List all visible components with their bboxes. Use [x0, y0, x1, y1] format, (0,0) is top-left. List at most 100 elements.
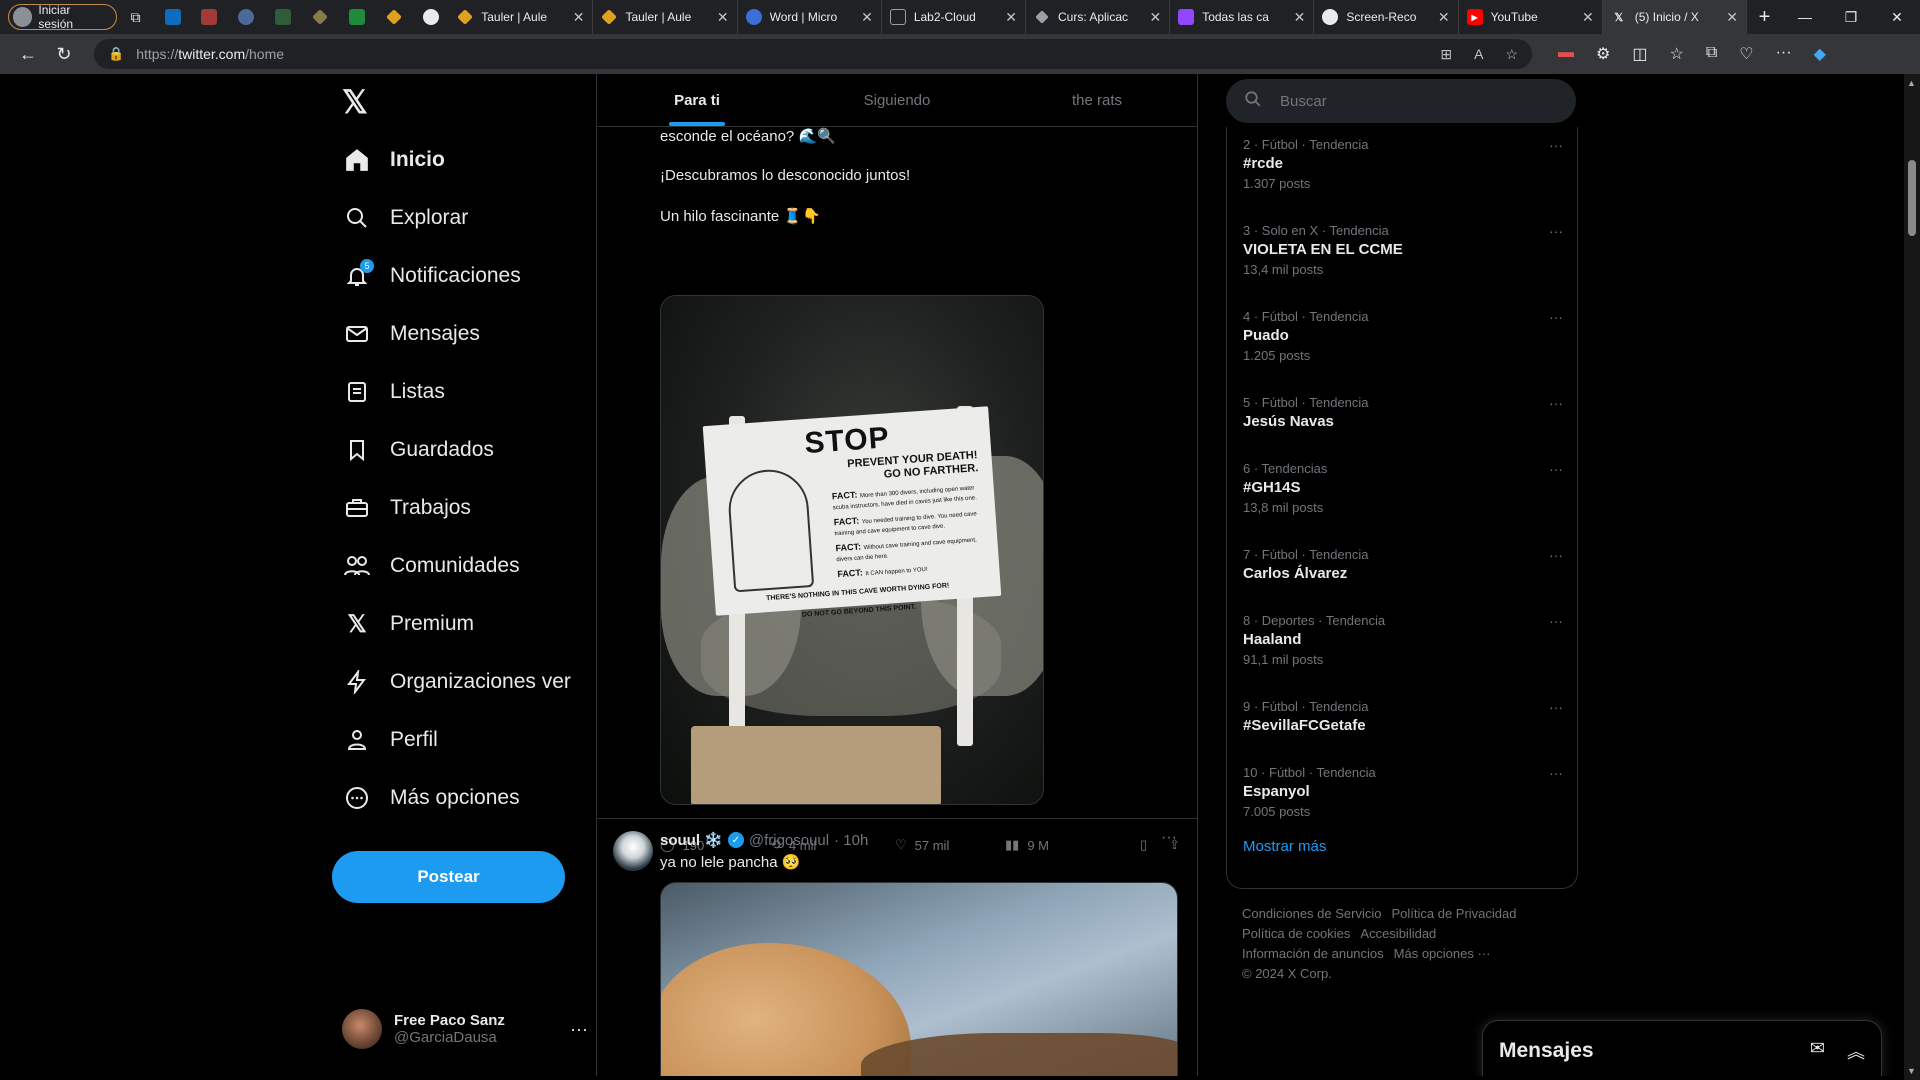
more-dots-icon[interactable]: ···: [1549, 613, 1563, 629]
extensions-icon[interactable]: ⚙: [1596, 44, 1610, 64]
extension-flag-icon[interactable]: ▬: [1558, 44, 1574, 64]
footer-link[interactable]: Más opciones ···: [1394, 946, 1491, 961]
pinned-tab-8[interactable]: [412, 0, 449, 34]
close-tab-icon[interactable]: ✕: [1005, 9, 1017, 26]
more-dots-icon[interactable]: ···: [570, 1019, 588, 1040]
author-handle[interactable]: @frigosouul: [749, 832, 829, 849]
nav-item-inicio[interactable]: Inicio: [332, 134, 582, 186]
account-switcher[interactable]: Free Paco Sanz @GarciaDausa ···: [342, 1004, 588, 1054]
tweet-image-cave-sign[interactable]: STOP PREVENT YOUR DEATH! GO NO FARTHER. …: [660, 295, 1044, 805]
more-dots-icon[interactable]: ···: [1549, 137, 1563, 153]
search-input[interactable]: Buscar: [1226, 79, 1576, 123]
pinned-tab-6[interactable]: [339, 0, 376, 34]
scroll-up-icon[interactable]: ▲: [1907, 78, 1916, 88]
refresh-icon[interactable]: ↻: [46, 44, 82, 65]
more-dots-icon[interactable]: ···: [1549, 547, 1563, 563]
nav-item-mas-opciones[interactable]: Más opciones: [332, 772, 582, 824]
footer-link[interactable]: Condiciones de Servicio: [1242, 906, 1381, 921]
scrollbar-thumb[interactable]: [1908, 160, 1916, 236]
tweet[interactable]: souul ❄️ ✓ @frigosouul · 10h ··· ya no l…: [597, 819, 1197, 1076]
expand-chevron-icon[interactable]: ︽: [1847, 1038, 1865, 1064]
nav-item-notificaciones[interactable]: 5 Notificaciones: [332, 250, 582, 302]
collections-icon[interactable]: ⧉: [1706, 44, 1717, 64]
nav-item-listas[interactable]: Listas: [332, 366, 582, 418]
app-available-icon[interactable]: ⊞: [1440, 46, 1452, 63]
close-tab-icon[interactable]: ✕: [1438, 9, 1450, 26]
tab-siguiendo[interactable]: Siguiendo: [797, 74, 997, 126]
footer-link[interactable]: Política de Privacidad: [1391, 906, 1516, 921]
tab-9-active[interactable]: 𝕏 (5) Inicio / X ✕: [1602, 0, 1747, 34]
trend-item[interactable]: 8 · Deportes · Tendencia Haaland 91,1 mil …: [1243, 613, 1563, 667]
more-dots-icon[interactable]: ···: [1549, 461, 1563, 477]
trend-item[interactable]: 7 · Fútbol · Tendencia Carlos Álvarez ···: [1243, 547, 1563, 582]
close-tab-icon[interactable]: ✕: [573, 9, 585, 26]
trend-item[interactable]: 4 · Fútbol · Tendencia Puado 1.205 posts ··…: [1243, 309, 1563, 363]
trend-item[interactable]: 2 · Fútbol · Tendencia #rcde 1.307 posts ··…: [1243, 137, 1563, 191]
scroll-down-icon[interactable]: ▼: [1907, 1066, 1916, 1076]
tab-para-ti[interactable]: Para ti: [597, 74, 797, 126]
tab-3[interactable]: Word | Micro ✕: [738, 0, 882, 34]
tab-actions-icon[interactable]: ⧉: [117, 0, 154, 34]
post-button[interactable]: Postear: [332, 851, 565, 903]
close-tab-icon[interactable]: ✕: [1726, 9, 1738, 26]
back-icon[interactable]: ←: [10, 44, 46, 65]
trend-item[interactable]: 10 · Fútbol · Tendencia Espanyol 7.005 pos…: [1243, 765, 1563, 819]
trend-item[interactable]: 6 · Tendencias #GH14S 13,8 mil posts ···: [1243, 461, 1563, 515]
minimize-icon[interactable]: —: [1782, 9, 1828, 26]
trend-item[interactable]: 3 · Solo en X · Tendencia VIOLETA EN EL C…: [1243, 223, 1563, 277]
pinned-tab-7[interactable]: [375, 0, 412, 34]
tweet-time[interactable]: · 10h: [834, 832, 868, 849]
tab-the-rats[interactable]: the rats: [997, 74, 1197, 126]
tab-4[interactable]: Lab2-Cloud ✕: [882, 0, 1026, 34]
tab-1[interactable]: Tauler | Aule ✕: [449, 0, 594, 34]
address-bar[interactable]: 🔒 https://twitter.com/home ⊞ A ☆: [94, 39, 1532, 69]
close-window-icon[interactable]: ✕: [1874, 9, 1920, 26]
close-tab-icon[interactable]: ✕: [861, 9, 873, 26]
footer-link[interactable]: Accesibilidad: [1360, 926, 1436, 941]
x-logo-icon[interactable]: 𝕏: [342, 84, 378, 120]
nav-item-comunidades[interactable]: Comunidades: [332, 540, 582, 592]
page-scrollbar[interactable]: ▲ ▼: [1904, 74, 1920, 1080]
footer-link[interactable]: Información de anuncios: [1242, 946, 1384, 961]
show-more-link[interactable]: Mostrar más: [1243, 838, 1326, 855]
trend-item[interactable]: 5 · Fútbol · Tendencia Jesús Navas ···: [1243, 395, 1563, 430]
avatar[interactable]: [613, 831, 653, 871]
nav-item-guardados[interactable]: Guardados: [332, 424, 582, 476]
tab-5[interactable]: Curs: Aplicac ✕: [1026, 0, 1171, 34]
browser-profile-button[interactable]: Iniciar sesión: [8, 3, 118, 31]
pinned-tab-3[interactable]: [228, 0, 265, 34]
split-screen-icon[interactable]: ◫: [1632, 44, 1647, 64]
copilot-icon[interactable]: ◆: [1814, 44, 1826, 64]
messages-drawer[interactable]: Mensajes ✉ ︽: [1482, 1020, 1882, 1076]
new-message-icon[interactable]: ✉: [1810, 1038, 1825, 1064]
nav-item-explorar[interactable]: Explorar: [332, 192, 582, 244]
favorite-star-icon[interactable]: ☆: [1505, 46, 1518, 63]
more-dots-icon[interactable]: ···: [1549, 765, 1563, 781]
settings-more-icon[interactable]: ···: [1776, 44, 1792, 64]
pinned-tab-4[interactable]: [265, 0, 302, 34]
footer-link[interactable]: Política de cookies: [1242, 926, 1350, 941]
nav-item-organizaciones[interactable]: Organizaciones ver: [332, 656, 582, 708]
more-dots-icon[interactable]: ···: [1549, 309, 1563, 325]
nav-item-mensajes[interactable]: Mensajes: [332, 308, 582, 360]
favorites-icon[interactable]: ☆: [1669, 44, 1683, 64]
pinned-tab-outlook[interactable]: [154, 0, 191, 34]
tweet-image-capybara[interactable]: [660, 882, 1178, 1076]
restore-icon[interactable]: ❐: [1828, 9, 1874, 26]
more-dots-icon[interactable]: ···: [1549, 223, 1563, 239]
more-dots-icon[interactable]: ···: [1161, 829, 1177, 847]
close-tab-icon[interactable]: ✕: [1582, 9, 1594, 26]
close-tab-icon[interactable]: ✕: [1149, 9, 1161, 26]
nav-item-trabajos[interactable]: Trabajos: [332, 482, 582, 534]
pinned-tab-2[interactable]: [191, 0, 228, 34]
nav-item-premium[interactable]: 𝕏 Premium: [332, 598, 582, 650]
pinned-tab-5[interactable]: [302, 0, 339, 34]
new-tab-icon[interactable]: +: [1747, 6, 1782, 29]
tab-8[interactable]: ▶ YouTube ✕: [1459, 0, 1603, 34]
lock-icon[interactable]: 🔒: [108, 46, 124, 62]
tab-7[interactable]: Screen-Reco ✕: [1314, 0, 1459, 34]
tab-2[interactable]: Tauler | Aule ✕: [593, 0, 738, 34]
read-aloud-icon[interactable]: A: [1474, 46, 1483, 63]
tab-6[interactable]: Todas las ca ✕: [1170, 0, 1315, 34]
more-dots-icon[interactable]: ···: [1549, 395, 1563, 411]
